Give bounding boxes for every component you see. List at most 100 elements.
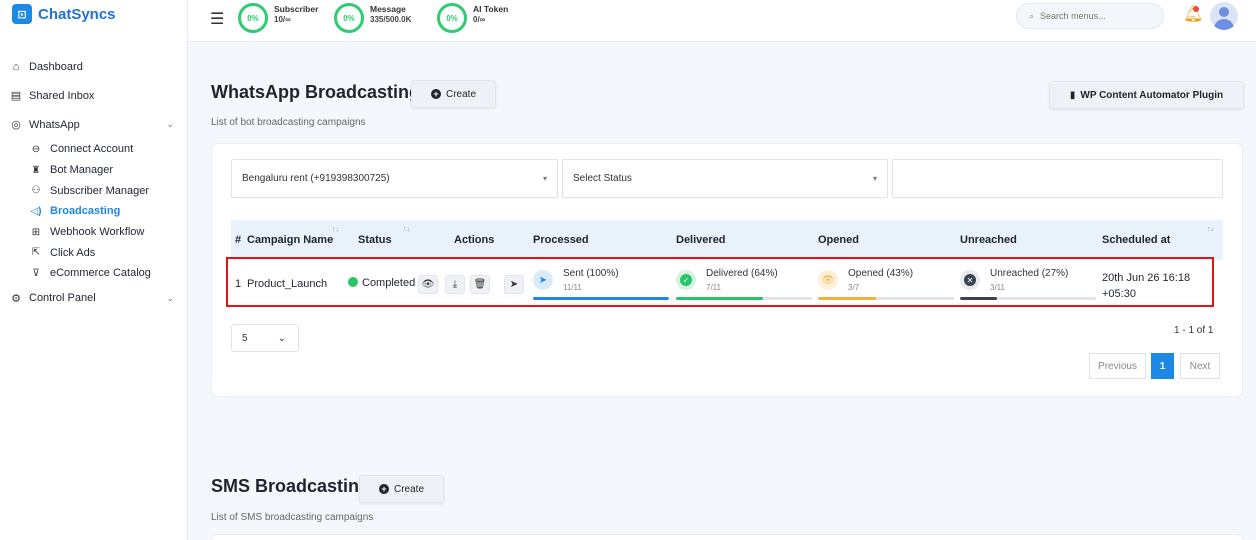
table-header: # Campaign Name ↑↓ Status ↑↓ Actions Pro… [231,220,1223,260]
sidebar-item-bot-manager[interactable]: ♜ Bot Manager [30,160,188,181]
col-actions: Actions [454,234,495,246]
col-index: # [235,234,242,246]
subscriber-progress-ring: 0% [238,3,268,33]
cursor-click-icon: ⇱ [31,247,41,259]
select-value: 5 [242,332,248,344]
col-opened: Opened [818,234,859,246]
campaign-search-input[interactable] [892,159,1223,198]
sidebar-item-label: Subscriber Manager [50,184,150,197]
chevron-down-icon: ⌄ [166,292,174,303]
stat-title: AI Token [473,4,509,14]
message-stat: 0% Message 335/500.0K [334,3,411,33]
message-progress-ring: 0% [334,3,364,33]
search-icon: ⌕ [1029,10,1035,21]
caret-down-icon: ▾ [542,174,547,183]
whatsapp-icon: ◎ [11,119,21,131]
create-broadcast-button[interactable]: + Create [411,80,497,108]
sidebar-item-whatsapp[interactable]: ◎ WhatsApp ⌄ [0,110,188,139]
search-box[interactable]: ⌕ [1016,3,1164,29]
chat-logo-icon: ⊡ [12,4,32,24]
chevron-down-icon: ⌄ [277,332,286,344]
speaker-icon: ◁) [30,205,42,217]
sort-icon[interactable]: ↑↓ [403,226,410,233]
brand-name: ChatSyncs [38,5,116,23]
users-icon: ⚇ [31,185,41,197]
button-label: Create [394,483,425,495]
previous-page-button[interactable]: Previous [1089,353,1146,379]
avatar[interactable] [1210,2,1238,30]
sidebar-item-shared-inbox[interactable]: ▤ Shared Inbox [0,81,188,110]
col-campaign-name[interactable]: Campaign Name [247,234,333,246]
pagination-range: 1 - 1 of 1 [1174,325,1214,336]
top-bar: ☰ 0% Subscriber 10/∞ 0% Message 335/500.… [188,0,1256,42]
select-value: Bengaluru rent (+919398300725) [242,173,390,184]
sms-section-title: SMS Broadcasting [211,476,371,496]
chevron-down-icon: ⌄ [166,119,174,129]
sidebar-nav: ⌂ Dashboard ▤ Shared Inbox ◎ WhatsApp ⌄ … [0,52,188,313]
subscriber-stat: 0% Subscriber 10/∞ [238,3,318,33]
sidebar-item-label: Dashboard [29,60,83,73]
stat-title: Subscriber [274,4,319,14]
notification-dot [1193,6,1199,12]
workflow-icon: ⊞ [31,226,41,238]
select-value: Select Status [573,173,632,184]
sort-icon[interactable]: ↑↓ [332,226,339,233]
bot-select[interactable]: Bengaluru rent (+919398300725) ▾ [231,159,558,198]
next-page-button[interactable]: Next [1180,353,1220,379]
file-icon: ▮ [1069,89,1076,101]
sidebar-item-label: Shared Inbox [29,89,95,102]
home-icon: ⌂ [12,60,20,73]
sidebar-item-label: eCommerce Catalog [50,267,151,280]
sms-table-card [211,534,1243,540]
brand-logo[interactable]: ⊡ ChatSyncs [12,4,116,24]
col-delivered: Delivered [676,234,726,246]
wp-plugin-button[interactable]: ▮ WP Content Automator Plugin [1049,81,1244,109]
sidebar: ⊡ ChatSyncs ⌂ Dashboard ▤ Shared Inbox ◎… [0,0,188,540]
plus-circle-icon: + [431,89,441,99]
sort-icon[interactable]: ↑↓ [1207,226,1214,233]
link-icon: ⊖ [31,143,41,155]
row-highlight-outline [226,257,1214,307]
sidebar-item-dashboard[interactable]: ⌂ Dashboard [0,52,188,81]
create-sms-broadcast-button[interactable]: + Create [359,475,445,503]
sidebar-item-connect-account[interactable]: ⊖ Connect Account [30,139,188,160]
sidebar-item-label: Broadcasting [50,205,121,218]
sidebar-item-label: Bot Manager [50,164,113,177]
ai-token-stat: 0% AI Token 0/∞ [437,3,508,33]
sidebar-item-label: Connect Account [50,143,134,156]
sidebar-item-click-ads[interactable]: ⇱ Click Ads [30,242,188,263]
sidebar-item-control-panel[interactable]: ⚙ Control Panel ⌄ [0,284,188,313]
button-label: WP Content Automator Plugin [1080,89,1224,101]
search-input[interactable] [1040,11,1151,21]
col-unreached: Unreached [960,234,1017,246]
sidebar-item-subscriber-manager[interactable]: ⚇ Subscriber Manager [30,180,188,201]
col-processed: Processed [533,234,589,246]
sidebar-item-broadcasting[interactable]: ◁) Broadcasting [30,201,188,222]
menu-toggle-icon[interactable]: ☰ [210,9,224,29]
sidebar-item-label: Control Panel [29,292,96,305]
page-subtitle: List of bot broadcasting campaigns [211,117,366,128]
bot-icon: ♜ [31,164,41,176]
sidebar-item-label: Webhook Workflow [50,226,145,239]
gear-icon: ⚙ [11,292,21,305]
caret-down-icon: ▾ [872,174,877,183]
ai-token-progress-ring: 0% [437,3,467,33]
col-scheduled-at[interactable]: Scheduled at [1102,234,1170,246]
stat-title: Message [370,4,406,14]
whatsapp-submenu: ⊖ Connect Account ♜ Bot Manager ⚇ Subscr… [0,139,188,284]
inbox-icon: ▤ [10,90,22,102]
sidebar-item-webhook-workflow[interactable]: ⊞ Webhook Workflow [30,222,188,243]
stat-value: 10/∞ [274,15,291,24]
sidebar-item-label: Click Ads [50,246,96,259]
col-status[interactable]: Status [358,234,392,246]
page-size-select[interactable]: 5 ⌄ [231,324,299,352]
sidebar-item-ecommerce-catalog[interactable]: ⊽ eCommerce Catalog [30,263,188,284]
sidebar-item-label: WhatsApp [29,118,80,131]
page-1-button[interactable]: 1 [1151,353,1174,379]
plus-circle-icon: + [379,484,389,494]
sms-section-subtitle: List of SMS broadcasting campaigns [211,512,374,523]
button-label: Create [446,88,477,100]
stat-value: 335/500.0K [370,15,412,24]
page-title: WhatsApp Broadcasting [211,82,421,102]
status-select[interactable]: Select Status ▾ [562,159,888,198]
